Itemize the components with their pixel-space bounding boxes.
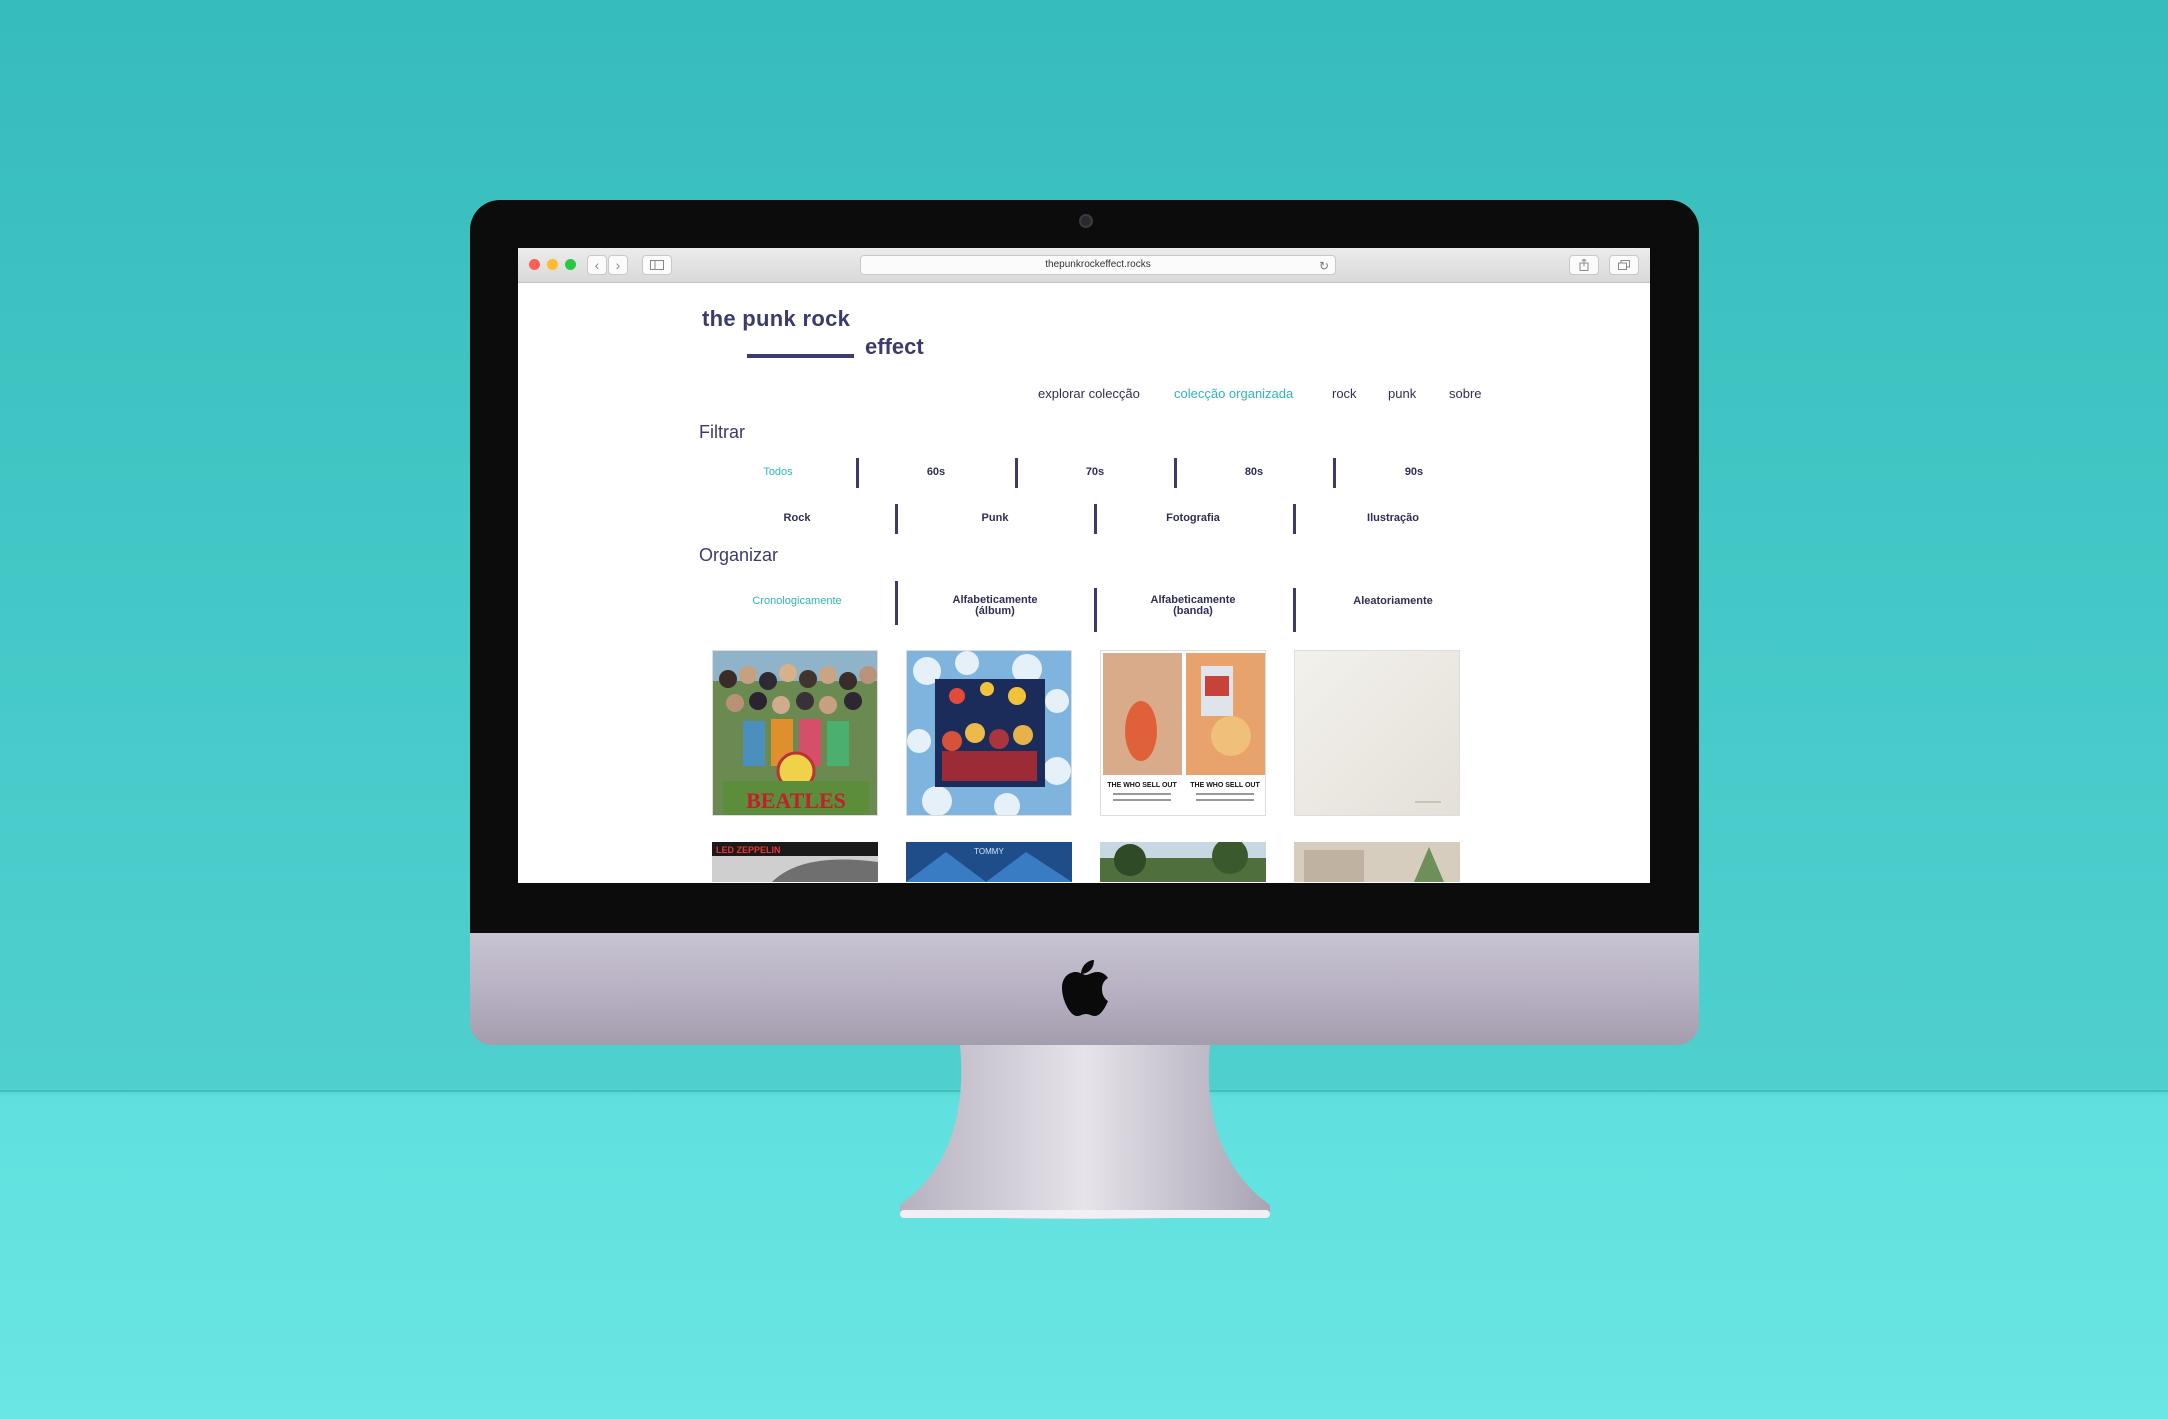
separator [895,504,898,534]
sidebar-icon [650,260,664,270]
close-window-button[interactable] [529,259,540,270]
separator [1293,588,1296,632]
minimize-window-button[interactable] [547,259,558,270]
url-text: thepunkrockeffect.rocks [1045,259,1151,270]
filter-title: Filtrar [699,422,745,442]
organize-title: Organizar [699,545,779,565]
cover-text: TOMMY [974,847,1004,856]
separator [856,458,859,488]
cover-text: LED ZEPPELIN [716,845,781,855]
logo-text-top[interactable]: the punk rock [702,306,850,332]
nav-rock[interactable]: rock [1332,386,1357,401]
browser-toolbar: ‹ › thepunkrockeffect.rocks ↻ [518,248,1650,283]
filter-90s[interactable]: 90s [1354,466,1474,478]
album-cover[interactable]: BEATLES [712,650,878,816]
cover-text: THE WHO SELL OUT [1190,782,1260,789]
nav-punk[interactable]: punk [1388,386,1416,401]
album-cover[interactable]: THE WHO SELL OUT THE WHO SELL OUT [1100,650,1266,816]
back-button[interactable]: ‹ [587,255,607,275]
reload-icon[interactable]: ↻ [1319,257,1329,275]
filter-80s[interactable]: 80s [1194,466,1314,478]
album-cover[interactable] [906,650,1072,816]
logo-underline [747,354,854,358]
separator [1094,588,1097,632]
filter-ilustracao[interactable]: Ilustração [1314,512,1472,524]
cover-text: BEATLES [746,788,846,813]
chevron-left-icon: ‹ [594,257,600,273]
separator [1293,504,1296,534]
filter-todos[interactable]: Todos [718,466,838,478]
filter-rock[interactable]: Rock [718,512,876,524]
chevron-right-icon: › [615,257,621,273]
sort-alpha-album[interactable]: Alfabeticamente (álbum) [932,595,1058,617]
separator [1333,458,1336,488]
sort-alpha-band[interactable]: Alfabeticamente (banda) [1130,595,1256,617]
forward-button[interactable]: › [608,255,628,275]
cover-text: THE WHO SELL OUT [1107,782,1177,789]
filter-fotografia[interactable]: Fotografia [1114,512,1272,524]
sidebar-button[interactable] [642,255,672,275]
camera-icon [1079,214,1093,228]
album-cover[interactable]: LED ZEPPELIN [712,842,878,882]
maximize-window-button[interactable] [565,259,576,270]
address-bar[interactable]: thepunkrockeffect.rocks ↻ [860,255,1336,275]
separator [1015,458,1018,488]
share-button[interactable] [1569,255,1599,275]
sort-chronological[interactable]: Cronologicamente [718,595,876,607]
logo-text-bottom[interactable]: effect [865,334,924,360]
filter-60s[interactable]: 60s [876,466,996,478]
album-cover[interactable] [1294,650,1460,816]
album-cover[interactable]: TOMMY [906,842,1072,882]
tabs-button[interactable] [1609,255,1639,275]
share-icon [1579,259,1589,271]
tabs-icon [1618,260,1630,270]
separator [1094,504,1097,534]
album-cover[interactable] [1294,842,1460,882]
apple-logo-icon [1062,960,1108,1016]
separator [895,581,898,625]
separator [1174,458,1177,488]
filter-70s[interactable]: 70s [1035,466,1155,478]
browser-window: ‹ › thepunkrockeffect.rocks ↻ the punk r… [518,248,1650,883]
filter-punk[interactable]: Punk [916,512,1074,524]
nav-colecao-organizada[interactable]: colecção organizada [1174,386,1293,401]
imac-stand [900,1045,1270,1219]
sort-random[interactable]: Aleatoriamente [1314,595,1472,607]
nav-sobre[interactable]: sobre [1449,386,1482,401]
nav-explorar-colecao[interactable]: explorar colecção [1038,386,1140,401]
album-cover[interactable] [1100,842,1266,882]
